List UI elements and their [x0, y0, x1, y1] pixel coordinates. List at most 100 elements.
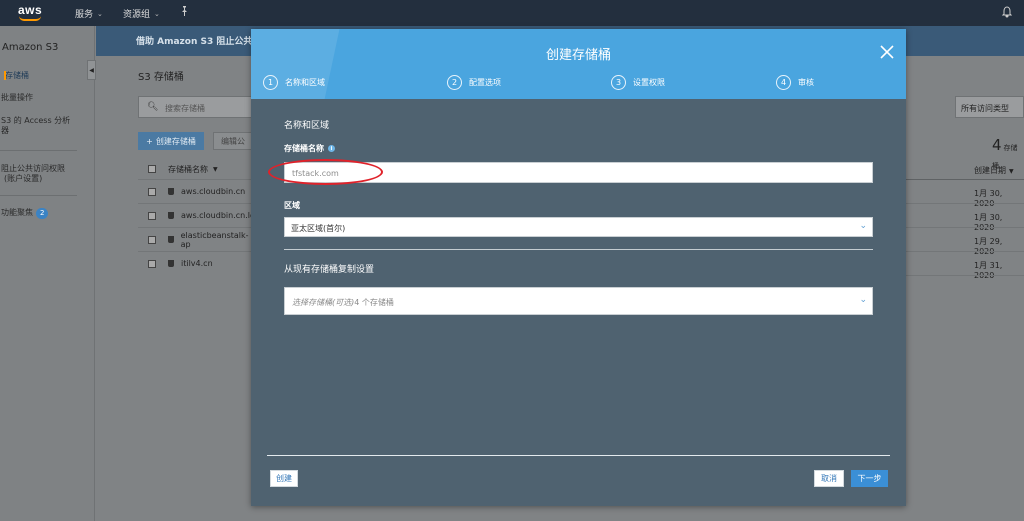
search-input[interactable]: 🔍︎ 搜索存储桶: [138, 96, 253, 118]
step-name-region[interactable]: 1 名称和区域: [263, 75, 325, 90]
sidebar-item-block-public-cont[interactable]: (账户设置): [4, 173, 42, 184]
region-value: 亚太区域(首尔): [291, 224, 346, 233]
col-header-date[interactable]: 创建日期 ▼: [974, 165, 1014, 176]
sidebar-divider: [0, 150, 77, 151]
aws-logo[interactable]: aws: [18, 3, 44, 23]
search-placeholder: 搜索存储桶: [165, 104, 205, 113]
step-label: 名称和区域: [285, 78, 325, 87]
sidebar-item-feature-spotlight[interactable]: 功能聚焦 2: [1, 207, 49, 219]
sort-down-icon: ▼: [1009, 168, 1014, 175]
chevron-down-icon: ⌄: [859, 221, 867, 231]
bucket-name[interactable]: itilv4.cn: [181, 259, 213, 268]
cancel-button[interactable]: 取消: [814, 470, 844, 487]
wizard-steps: 1 名称和区域 2 配置选项 3 设置权限 4 审核: [251, 75, 906, 93]
sidebar-item-batch[interactable]: 批量操作: [1, 92, 33, 103]
services-label: 服务: [75, 10, 94, 20]
created-date: 1月 29, 2020: [974, 237, 1003, 256]
bucket-icon: [167, 236, 174, 243]
sidebar: Amazon S3 存储桶 批量操作 S3 的 Access 分析 器 阻止公共…: [0, 26, 95, 521]
sidebar-title: Amazon S3: [2, 42, 59, 53]
footer-divider: [267, 455, 890, 456]
highlight-annotation: [268, 159, 383, 185]
table-header: 存储桶名称 ▼: [138, 159, 256, 179]
bucket-icon: [168, 188, 174, 195]
region-select[interactable]: 亚太区域(首尔) ⌄: [284, 217, 873, 237]
section-divider: [284, 249, 873, 250]
create-bucket-label: 创建存储桶: [155, 136, 196, 146]
edit-public-access-button[interactable]: 编辑公: [213, 132, 253, 150]
table-divider: [906, 203, 1024, 204]
top-nav-bar: aws 服务 ⌄ 资源组 ⌄: [0, 0, 1024, 26]
search-icon: 🔍︎: [147, 102, 159, 112]
close-icon[interactable]: [880, 45, 894, 59]
step-number: 1: [263, 75, 278, 90]
count-badge: 2: [36, 208, 49, 219]
created-date: 1月 30, 2020: [974, 189, 1003, 208]
collapse-sidebar-button[interactable]: ◀: [87, 60, 96, 80]
dialog-title: 创建存储桶: [545, 48, 611, 63]
created-date: 1月 30, 2020: [974, 213, 1003, 232]
step-configure-options[interactable]: 2 配置选项: [447, 75, 501, 90]
aws-logo-text: aws: [18, 3, 43, 17]
plus-icon: +: [146, 136, 153, 146]
resource-groups-menu[interactable]: 资源组 ⌄: [123, 7, 160, 21]
bucket-name-label-text: 存储桶名称: [284, 144, 324, 153]
table-divider: [906, 275, 1024, 276]
step-label: 配置选项: [469, 78, 501, 87]
banner-text: 借助 Amazon S3 阻止公共访: [136, 37, 262, 47]
sidebar-item-access-analyzer-cont[interactable]: 器: [1, 125, 9, 136]
step-number: 2: [447, 75, 462, 90]
access-type-filter[interactable]: 所有访问类型: [955, 96, 1024, 118]
create-bucket-button[interactable]: + 创建存储桶: [138, 132, 204, 150]
sidebar-item-access-analyzer[interactable]: S3 的 Access 分析: [1, 115, 70, 126]
chevron-down-icon: ⌄: [97, 9, 103, 18]
resource-groups-label: 资源组: [123, 10, 151, 20]
table-divider: [906, 227, 1024, 228]
sort-down-icon[interactable]: ▼: [213, 166, 218, 173]
step-label: 审核: [798, 78, 814, 87]
region-label: 区域: [284, 201, 300, 210]
feature-spotlight-label: 功能聚焦: [1, 208, 33, 217]
table-row[interactable]: elasticbeanstalk-ap: [138, 227, 256, 251]
bell-icon[interactable]: [1001, 6, 1013, 18]
dialog-header: 创建存储桶 1 名称和区域 2 配置选项 3 设置权限 4 审核: [251, 29, 906, 99]
table-row[interactable]: itilv4.cn: [138, 251, 256, 275]
sidebar-divider: [0, 195, 77, 196]
create-bucket-dialog: 创建存储桶 1 名称和区域 2 配置选项 3 设置权限 4 审核 名称和区域 存…: [251, 29, 906, 506]
info-icon[interactable]: i: [328, 145, 335, 152]
step-set-permissions[interactable]: 3 设置权限: [611, 75, 665, 90]
step-number: 3: [611, 75, 626, 90]
step-label: 设置权限: [633, 78, 665, 87]
services-menu[interactable]: 服务 ⌄: [75, 7, 103, 21]
copy-placeholder: 选择存储桶(可选): [292, 298, 355, 307]
pin-icon[interactable]: [180, 6, 189, 19]
next-button[interactable]: 下一步: [851, 470, 888, 487]
col-header-date-label: 创建日期: [974, 166, 1006, 175]
section-title: 名称和区域: [284, 121, 330, 131]
copy-settings-select[interactable]: 选择存储桶(可选)4 个存储桶 ⌄: [284, 287, 873, 315]
bucket-count-value: 4: [992, 136, 1002, 154]
table-row[interactable]: aws.cloudbin.cn: [138, 179, 256, 203]
copy-placeholder-count: 4 个存储桶: [354, 298, 394, 307]
bucket-name[interactable]: aws.cloudbin.cn: [181, 187, 245, 196]
table-divider: [906, 251, 1024, 252]
table-row[interactable]: aws.cloudbin.cn.lo: [138, 203, 256, 227]
bucket-icon: [168, 260, 174, 267]
copy-settings-title: 从现有存储桶复制设置: [284, 265, 375, 275]
col-header-name[interactable]: 存储桶名称: [168, 164, 208, 175]
sidebar-item-buckets[interactable]: 存储桶: [4, 70, 29, 81]
row-checkbox[interactable]: [148, 187, 156, 196]
row-checkbox[interactable]: [148, 259, 156, 268]
chevron-down-icon: ⌄: [154, 9, 160, 18]
table-divider: [906, 179, 1024, 180]
page-title: S3 存储桶: [138, 72, 184, 83]
bucket-name[interactable]: elasticbeanstalk-ap: [181, 231, 256, 249]
bucket-name[interactable]: aws.cloudbin.cn.lo: [181, 211, 255, 220]
create-button[interactable]: 创建: [270, 470, 298, 487]
created-date: 1月 31, 2020: [974, 261, 1003, 280]
select-all-checkbox[interactable]: [148, 165, 156, 173]
row-checkbox[interactable]: [148, 211, 156, 220]
row-checkbox[interactable]: [148, 235, 156, 244]
step-number: 4: [776, 75, 791, 90]
step-review[interactable]: 4 审核: [776, 75, 814, 90]
